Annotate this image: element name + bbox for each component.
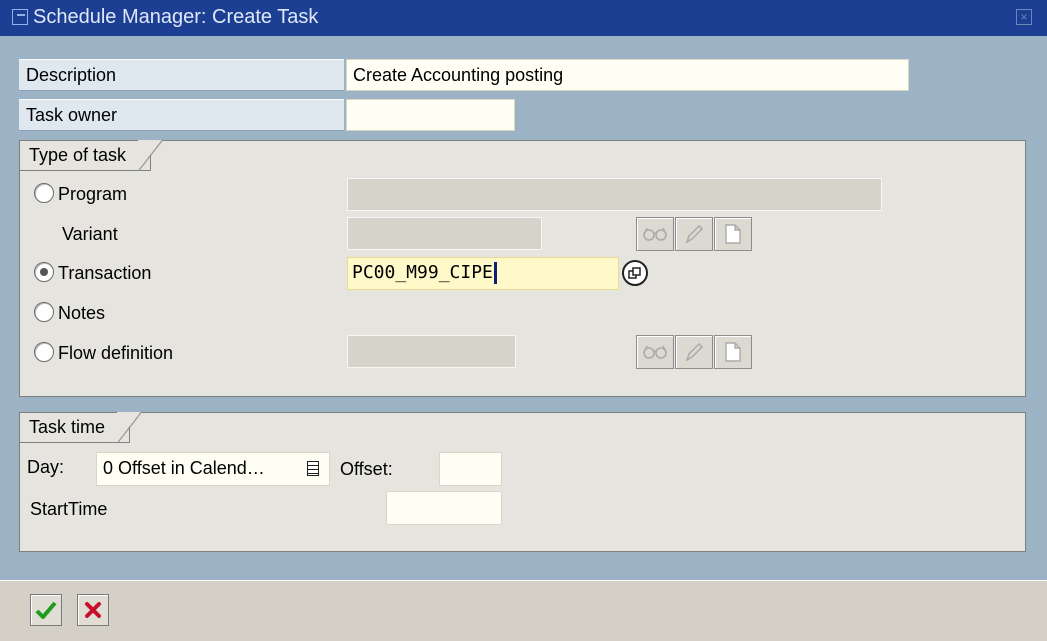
flow-display-button[interactable] <box>636 335 674 369</box>
matchcode-icon <box>628 267 641 279</box>
offset-label: Offset: <box>340 459 393 479</box>
close-icon[interactable]: × <box>1016 9 1032 25</box>
offset-field[interactable] <box>439 452 502 486</box>
transaction-field[interactable]: PC00_M99_CIPE <box>347 257 619 290</box>
transaction-label: Transaction <box>58 263 152 283</box>
description-field[interactable]: Create Accounting posting <box>346 59 909 91</box>
flow-create-button[interactable] <box>714 335 752 369</box>
title-bar: Schedule Manager: Create Task × <box>0 0 1047 36</box>
program-label: Program <box>58 184 128 204</box>
button-bar <box>0 580 1047 641</box>
task-owner-label: Task owner <box>19 99 344 131</box>
cancel-button[interactable] <box>77 594 109 626</box>
flow-change-button[interactable] <box>675 335 713 369</box>
flow-definition-radio[interactable]: Flow definition <box>34 339 173 367</box>
notes-radio-icon[interactable] <box>34 302 54 322</box>
schedule-manager-window: Schedule Manager: Create Task × Descript… <box>0 0 1047 641</box>
glasses-icon <box>643 227 667 241</box>
variant-label: Variant <box>62 224 118 244</box>
pencil-icon <box>685 342 704 362</box>
confirm-button[interactable] <box>30 594 62 626</box>
notes-radio[interactable]: Notes <box>34 299 105 327</box>
flow-definition-label: Flow definition <box>58 343 174 363</box>
list-icon[interactable] <box>307 461 319 476</box>
window-title: Schedule Manager: Create Task <box>33 6 319 28</box>
transaction-radio-icon[interactable] <box>34 262 54 282</box>
window-menu-icon[interactable] <box>12 9 28 25</box>
variant-change-button[interactable] <box>675 217 713 251</box>
flow-radio-icon[interactable] <box>34 342 54 362</box>
notes-label: Notes <box>58 303 106 323</box>
document-icon <box>725 224 741 244</box>
text-cursor <box>493 262 497 284</box>
program-radio-icon[interactable] <box>34 183 54 203</box>
pencil-icon <box>685 224 704 244</box>
day-value: 0 Offset in Calend… <box>103 458 265 478</box>
task-time-title: Task time <box>29 417 106 437</box>
check-icon <box>35 601 57 619</box>
transaction-radio[interactable]: Transaction <box>34 259 151 287</box>
type-of-task-tab: Type of task <box>20 140 163 171</box>
task-owner-field[interactable] <box>346 99 515 131</box>
program-field <box>347 178 882 211</box>
type-of-task-group: Type of task Program Variant Transaction… <box>19 140 1026 397</box>
day-dropdown[interactable]: 0 Offset in Calend… <box>96 452 330 486</box>
program-radio[interactable]: Program <box>34 180 127 208</box>
document-icon <box>725 342 741 362</box>
variant-display-button[interactable] <box>636 217 674 251</box>
day-label: Day: <box>20 452 96 485</box>
transaction-value: PC00_M99_CIPE <box>352 262 493 283</box>
matchcode-button[interactable] <box>622 260 648 286</box>
variant-field <box>347 217 542 250</box>
type-of-task-title: Type of task <box>29 145 127 165</box>
glasses-icon <box>643 345 667 359</box>
start-time-label: StartTime <box>30 499 108 519</box>
flow-definition-field <box>347 335 516 368</box>
task-time-group: Task time Day: 0 Offset in Calend… Offse… <box>19 412 1026 552</box>
variant-create-button[interactable] <box>714 217 752 251</box>
description-label: Description <box>19 59 344 91</box>
cancel-icon <box>85 602 101 618</box>
task-time-tab: Task time <box>20 412 142 443</box>
start-time-field[interactable] <box>386 491 502 525</box>
